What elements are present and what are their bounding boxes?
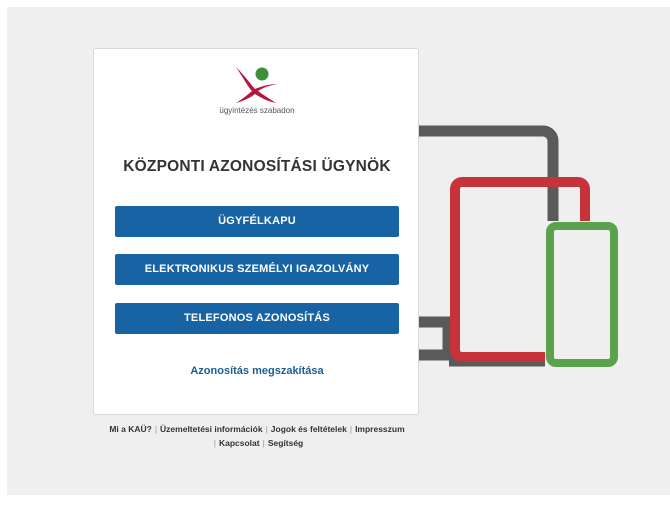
- footer-links: Mi a KAÜ? | Üzemeltetési információk | Jogok…: [89, 422, 425, 450]
- footer-separator: |: [262, 438, 265, 448]
- kau-logo: ügyintézés szabadon: [94, 65, 420, 115]
- phone-auth-button[interactable]: TELEFONOS AZONOSÍTÁS: [115, 303, 399, 334]
- footer-link-about[interactable]: Mi a KAÜ?: [109, 424, 152, 434]
- page-title: KÖZPONTI AZONOSÍTÁSI ÜGYNÖK: [123, 158, 391, 175]
- footer-link-operation-info[interactable]: Üzemeltetési információk: [160, 424, 263, 434]
- logo-mark-icon: [236, 67, 278, 103]
- page-background: ügyintézés szabadon KÖZPONTI AZONOSÍTÁSI…: [7, 7, 670, 495]
- footer-link-imprint[interactable]: Impresszum: [355, 424, 405, 434]
- footer-separator: |: [154, 424, 158, 434]
- footer-link-terms[interactable]: Jogok és feltételek: [271, 424, 347, 434]
- footer-link-contact[interactable]: Kapcsolat: [219, 438, 260, 448]
- login-card: ügyintézés szabadon KÖZPONTI AZONOSÍTÁSI…: [93, 48, 419, 415]
- logo-tagline: ügyintézés szabadon: [219, 106, 295, 115]
- footer-separator: |: [265, 424, 268, 434]
- footer-separator: |: [213, 438, 216, 448]
- ugyfelkapu-button[interactable]: ÜGYFÉLKAPU: [115, 206, 399, 237]
- footer-link-help[interactable]: Segítség: [268, 438, 303, 448]
- footer-separator: |: [349, 424, 353, 434]
- footer-row-2: | Kapcsolat | Segítség: [89, 436, 425, 450]
- abort-authentication-link[interactable]: Azonosítás megszakítása: [94, 365, 420, 377]
- footer-row-1: Mi a KAÜ? | Üzemeltetési információk | Jogok…: [89, 422, 425, 436]
- eid-card-button[interactable]: ELEKTRONIKUS SZEMÉLYI IGAZOLVÁNY: [115, 254, 399, 285]
